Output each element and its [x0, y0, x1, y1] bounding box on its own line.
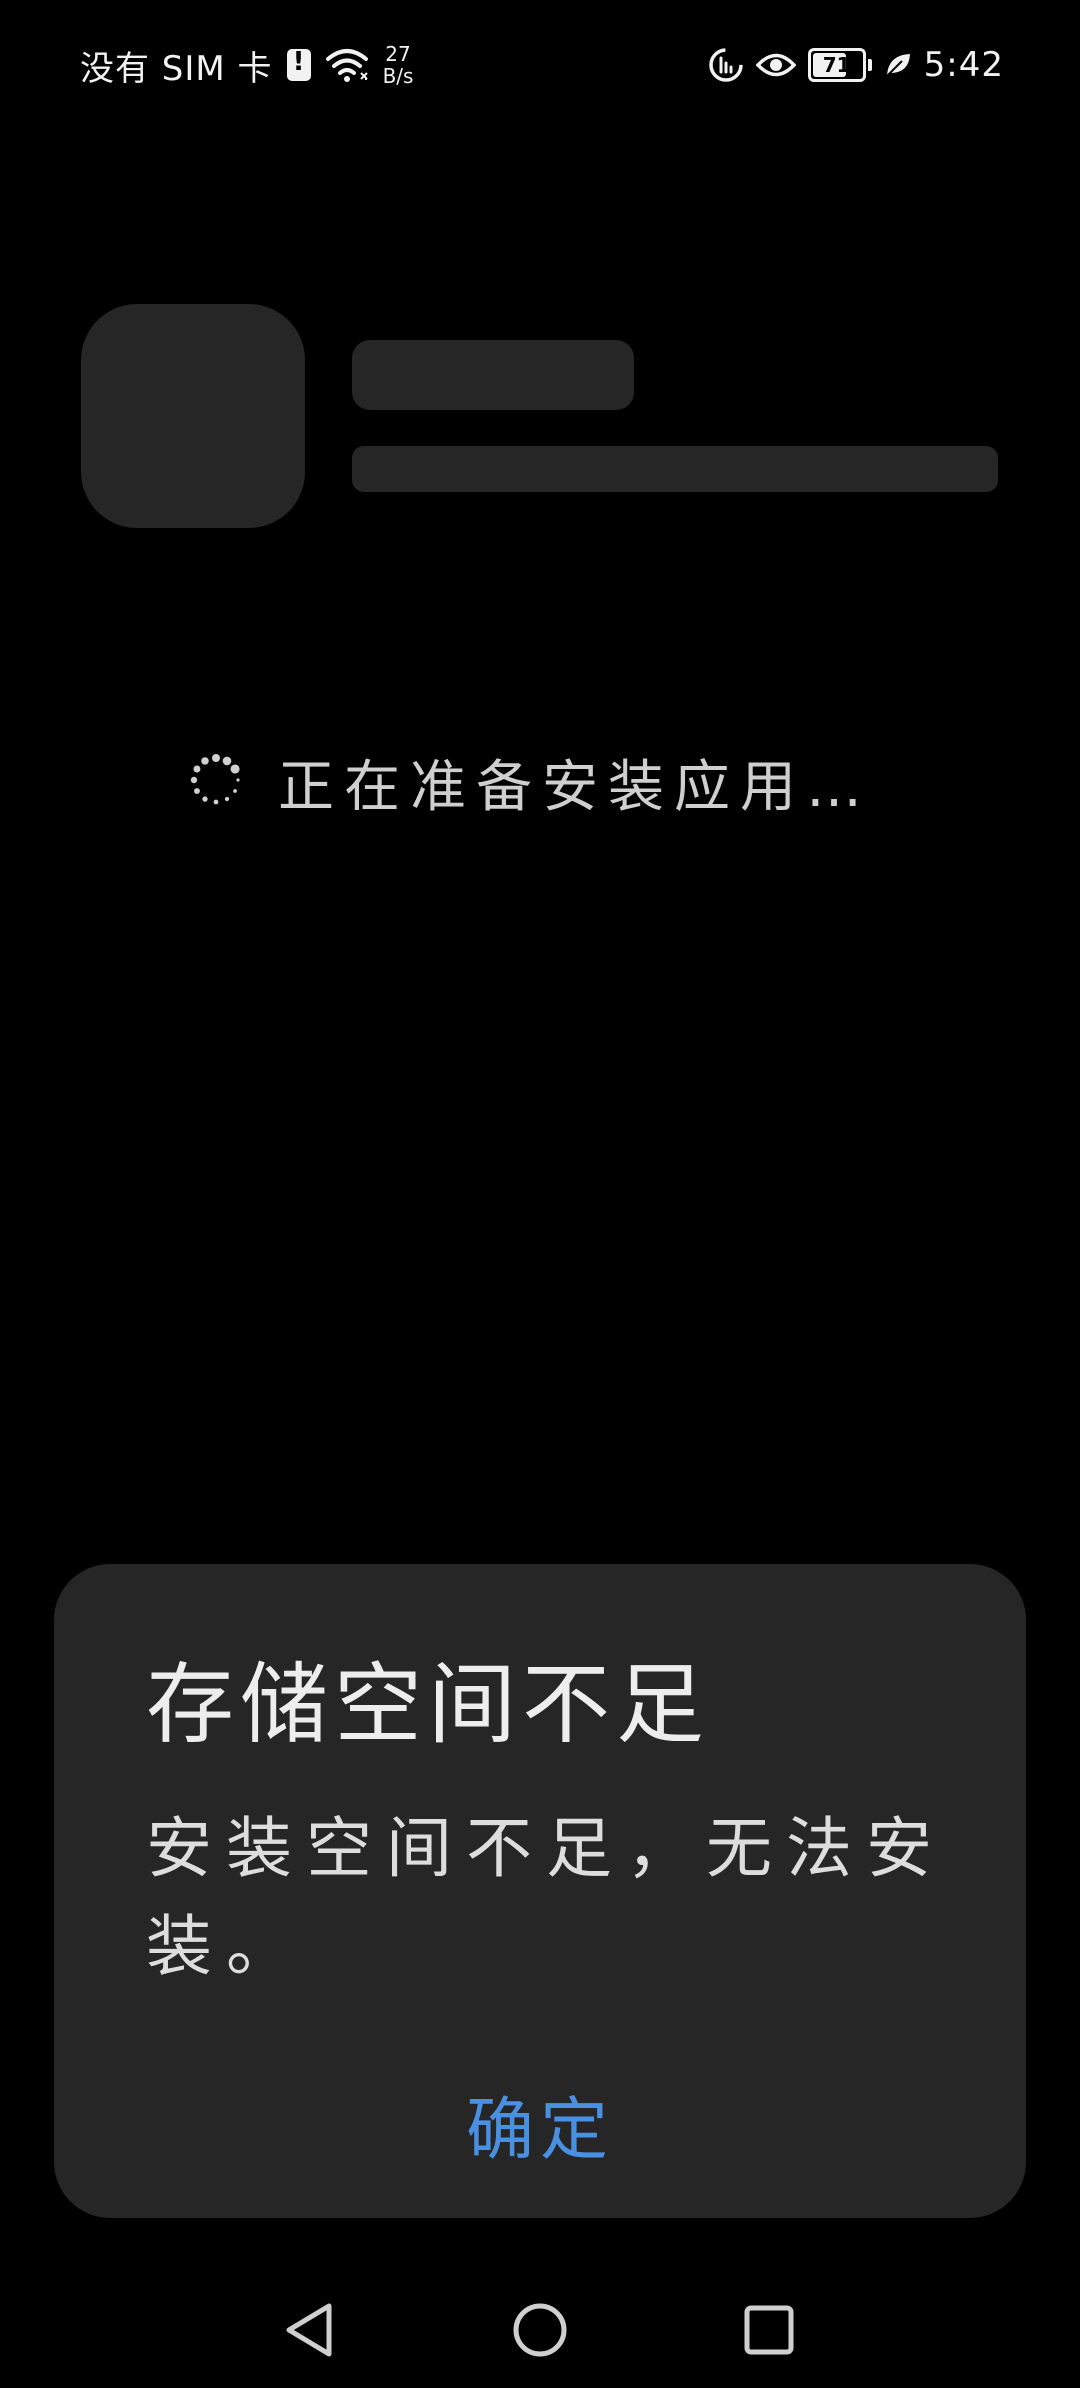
loading-row: 正在准备安装应用…	[188, 744, 872, 820]
app-name-placeholder	[352, 340, 634, 410]
spinner-dot	[190, 776, 198, 784]
spinner-dot	[194, 788, 200, 794]
confirm-button[interactable]: 确定	[54, 2074, 1026, 2173]
home-icon	[513, 2303, 567, 2357]
status-bar-left: 没有 SIM 卡 27 B/s	[80, 38, 413, 92]
wifi-icon	[325, 47, 369, 83]
spinner-dot	[212, 754, 220, 762]
recents-icon	[744, 2305, 794, 2355]
net-speed-value: 27	[385, 42, 411, 66]
screen: 没有 SIM 卡 27 B/s	[0, 0, 1080, 2388]
battery-body: 71	[807, 48, 866, 82]
leaf-icon	[884, 51, 912, 79]
battery-level: 71	[822, 53, 851, 77]
battery-tip	[867, 59, 872, 71]
storage-dialog: 存储空间不足 安装空间不足，无法安装。 确定	[54, 1564, 1026, 2218]
spinner-dot	[236, 778, 240, 782]
spinner-dot	[233, 789, 237, 793]
loading-text: 正在准备安装应用…	[278, 754, 872, 820]
status-bar: 没有 SIM 卡 27 B/s	[0, 0, 1080, 130]
spinner-dot	[230, 764, 240, 774]
spinner-dot	[193, 765, 201, 773]
back-button[interactable]	[277, 2298, 341, 2362]
spinner-dot	[201, 757, 209, 765]
spinner-dot	[222, 756, 232, 766]
data-saver-icon	[708, 47, 744, 83]
recents-button[interactable]	[737, 2298, 801, 2362]
dialog-title: 存储空间不足	[146, 1653, 711, 1756]
spinner-dot	[202, 796, 208, 802]
clock: 5:42	[923, 45, 1004, 85]
alert-icon	[286, 47, 311, 81]
spinner-dot	[224, 796, 230, 802]
home-button[interactable]	[508, 2298, 572, 2362]
app-icon-placeholder	[81, 304, 305, 528]
net-speed-unit: B/s	[382, 64, 414, 88]
eye-comfort-icon	[755, 50, 796, 80]
app-description-placeholder	[352, 446, 998, 492]
spinner-dot	[213, 799, 219, 805]
net-speed: 27 B/s	[383, 43, 414, 87]
dialog-message: 安装空间不足，无法安装。	[146, 1810, 946, 1985]
status-bar-right: 71 5:42	[708, 40, 1004, 90]
navigation-bar	[0, 2270, 1080, 2388]
carrier-label: 没有 SIM 卡	[80, 48, 273, 89]
loading-spinner-icon	[188, 752, 244, 812]
back-icon	[286, 2303, 332, 2357]
battery-icon: 71	[807, 48, 872, 82]
